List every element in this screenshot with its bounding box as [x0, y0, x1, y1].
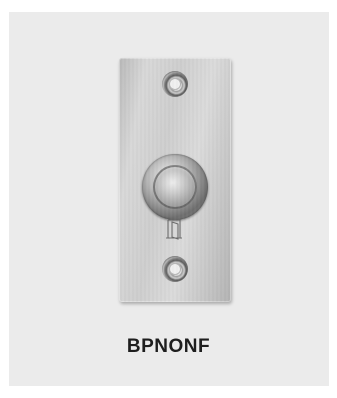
door-icon [166, 219, 182, 240]
bottom-mounting-hole [162, 256, 188, 282]
push-button-cap [153, 165, 197, 209]
top-mounting-hole [162, 71, 188, 97]
product-model-label: BPNONF [126, 336, 211, 357]
push-button-plate [119, 58, 231, 302]
push-button [142, 154, 208, 220]
